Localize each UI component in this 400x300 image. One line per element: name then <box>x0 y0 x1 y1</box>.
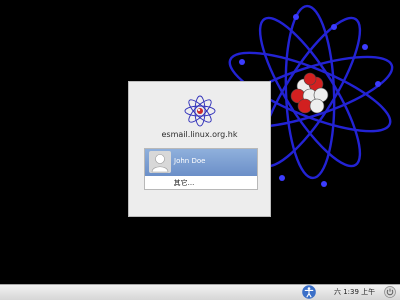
bottom-panel: 六 1:39 上午 <box>0 284 400 300</box>
user-name-label: John Doe <box>174 157 206 165</box>
clock-label[interactable]: 六 1:39 上午 <box>334 287 375 297</box>
login-dialog: esmail.linux.org.hk John Doe 其它... <box>128 81 271 217</box>
user-list: John Doe 其它... <box>144 148 258 190</box>
power-icon[interactable] <box>384 286 396 298</box>
hostname-label: esmail.linux.org.hk <box>161 130 238 139</box>
other-user-row[interactable]: 其它... <box>145 176 257 189</box>
user-row-john-doe[interactable]: John Doe <box>145 149 257 176</box>
atom-logo-icon <box>184 95 216 127</box>
accessibility-icon[interactable] <box>302 285 316 299</box>
user-avatar-icon <box>149 151 171 173</box>
login-screen: esmail.linux.org.hk John Doe 其它... 六 1:3… <box>0 0 400 300</box>
other-user-label: 其它... <box>173 179 195 187</box>
